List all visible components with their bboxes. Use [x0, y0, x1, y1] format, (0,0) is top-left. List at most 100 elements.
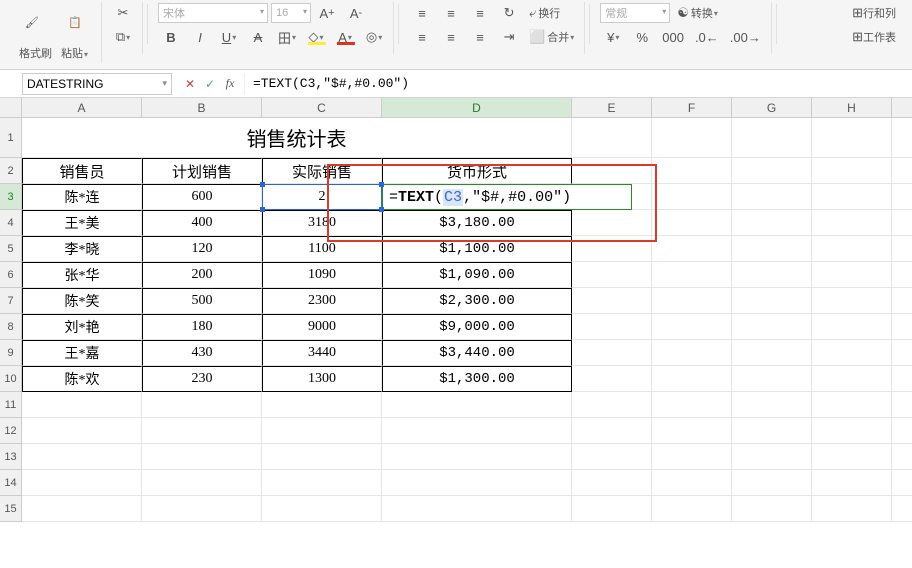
cell[interactable]: 销售统计表 — [22, 118, 572, 158]
cell[interactable] — [892, 444, 912, 470]
italic-button[interactable]: I — [187, 26, 213, 48]
cell[interactable]: $3,180.00 — [382, 210, 572, 236]
select-all-corner[interactable] — [0, 98, 22, 118]
phonetic-button[interactable]: ◎▾ — [361, 26, 387, 48]
cell[interactable] — [652, 366, 732, 392]
comma-button[interactable]: 000 — [658, 26, 688, 48]
cell[interactable]: $1,100.00 — [382, 236, 572, 262]
column-header-f[interactable]: F — [652, 98, 732, 118]
cell[interactable] — [732, 236, 812, 262]
cell[interactable] — [262, 444, 382, 470]
row-header-2[interactable]: 2 — [0, 158, 22, 184]
cell[interactable] — [812, 470, 892, 496]
cell[interactable] — [732, 470, 812, 496]
cell[interactable] — [812, 158, 892, 184]
cell[interactable] — [572, 210, 652, 236]
underline-button[interactable]: U▾ — [216, 26, 242, 48]
cell[interactable]: 120 — [142, 236, 262, 262]
cell[interactable] — [652, 118, 732, 158]
cell[interactable] — [142, 392, 262, 418]
cell[interactable] — [892, 118, 912, 158]
cell[interactable] — [22, 496, 142, 522]
cell[interactable] — [572, 314, 652, 340]
row-header-10[interactable]: 10 — [0, 366, 22, 392]
cell[interactable] — [732, 340, 812, 366]
column-header-g[interactable]: G — [732, 98, 812, 118]
cell[interactable]: 600 — [142, 184, 262, 210]
cell[interactable] — [22, 470, 142, 496]
cell[interactable] — [732, 262, 812, 288]
font-color-button[interactable]: A▾ — [332, 26, 358, 48]
cell[interactable] — [262, 392, 382, 418]
name-box[interactable]: DATESTRING ▾ — [22, 73, 172, 95]
align-center-button[interactable]: ≡ — [438, 26, 464, 48]
cut-button[interactable]: ✂ — [110, 2, 136, 24]
cell[interactable]: 400 — [142, 210, 262, 236]
spreadsheet-grid[interactable]: ABCDEFGHI 123456789101112131415 销售统计表销售员… — [0, 98, 912, 568]
cell[interactable]: 陈*欢 — [22, 366, 142, 392]
cell[interactable] — [22, 392, 142, 418]
font-size-combo[interactable]: 16 — [271, 3, 311, 23]
fill-color-button[interactable]: ◇▾ — [303, 26, 329, 48]
paste-button[interactable]: 📋 — [55, 2, 95, 42]
cell[interactable] — [652, 314, 732, 340]
column-header-a[interactable]: A — [22, 98, 142, 118]
cell[interactable] — [652, 184, 732, 210]
currency-button[interactable]: ¥▾ — [600, 26, 626, 48]
strike-button[interactable]: A — [245, 26, 271, 48]
row-header-12[interactable]: 12 — [0, 418, 22, 444]
cell[interactable] — [732, 118, 812, 158]
cell[interactable] — [382, 418, 572, 444]
cell[interactable]: 2 — [262, 184, 382, 210]
indent-button[interactable]: ⇥ — [496, 26, 522, 48]
cell[interactable]: 王*美 — [22, 210, 142, 236]
cell[interactable]: $2,300.00 — [382, 288, 572, 314]
cell[interactable] — [892, 340, 912, 366]
cell[interactable] — [22, 418, 142, 444]
cell[interactable] — [812, 118, 892, 158]
cell[interactable] — [812, 392, 892, 418]
percent-button[interactable]: % — [629, 26, 655, 48]
cell[interactable] — [142, 470, 262, 496]
copy-button[interactable]: ⧉▾ — [110, 26, 136, 48]
rows-cols-button[interactable]: ⊞ 行和列 — [848, 2, 900, 24]
formula-input[interactable]: =TEXT(C3,"$#,#0.00") — [244, 73, 912, 95]
cell[interactable] — [812, 366, 892, 392]
row-header-4[interactable]: 4 — [0, 210, 22, 236]
cell[interactable]: 张*华 — [22, 262, 142, 288]
cell[interactable] — [262, 418, 382, 444]
cell[interactable] — [652, 496, 732, 522]
align-right-button[interactable]: ≡ — [467, 26, 493, 48]
cell[interactable] — [142, 496, 262, 522]
wrap-button[interactable]: ⤶换行 — [525, 2, 564, 24]
cell[interactable] — [572, 470, 652, 496]
cell[interactable] — [892, 366, 912, 392]
cell[interactable]: 430 — [142, 340, 262, 366]
cell[interactable] — [892, 496, 912, 522]
cell[interactable] — [382, 470, 572, 496]
cell[interactable] — [812, 262, 892, 288]
cell[interactable]: 500 — [142, 288, 262, 314]
font-name-combo[interactable]: 宋体 — [158, 3, 268, 23]
cell[interactable]: 3440 — [262, 340, 382, 366]
row-header-6[interactable]: 6 — [0, 262, 22, 288]
cell[interactable]: 1100 — [262, 236, 382, 262]
cell[interactable]: 1090 — [262, 262, 382, 288]
worksheet-button[interactable]: ⊞ 工作表 — [848, 26, 900, 48]
cell[interactable]: 2300 — [262, 288, 382, 314]
cell[interactable] — [22, 444, 142, 470]
cell[interactable] — [572, 340, 652, 366]
cell[interactable]: 200 — [142, 262, 262, 288]
cell[interactable]: $1,300.00 — [382, 366, 572, 392]
align-bottom-button[interactable]: ≡ — [467, 2, 493, 24]
cell[interactable] — [892, 418, 912, 444]
cell[interactable] — [572, 366, 652, 392]
cell[interactable] — [732, 444, 812, 470]
cell[interactable] — [142, 444, 262, 470]
cell[interactable] — [892, 236, 912, 262]
cell[interactable] — [262, 496, 382, 522]
column-header-e[interactable]: E — [572, 98, 652, 118]
convert-button[interactable]: ☯转换▾ — [673, 2, 722, 24]
fx-button[interactable]: fx — [222, 76, 238, 92]
cell[interactable] — [732, 210, 812, 236]
